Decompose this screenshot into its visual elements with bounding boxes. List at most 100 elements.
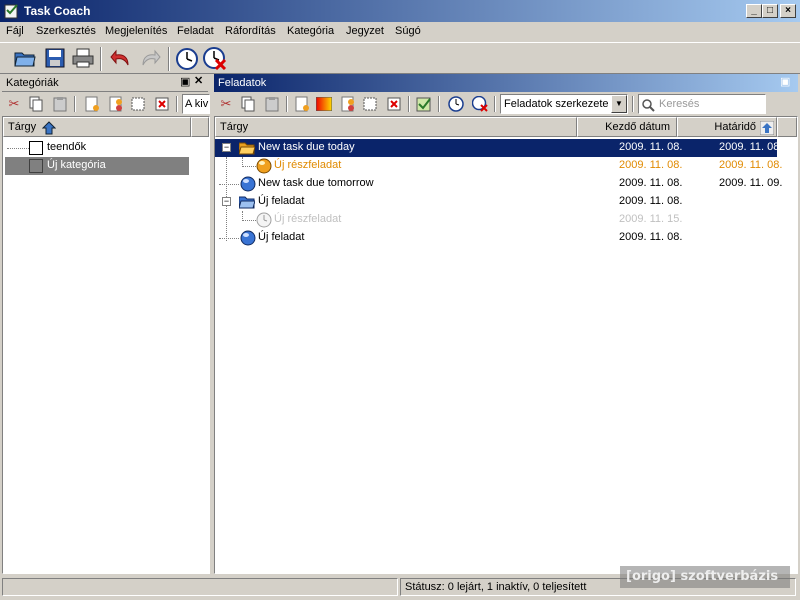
menu-help[interactable]: Súgó <box>395 25 421 37</box>
task-due-date: 2009. 11. 08. <box>719 141 783 153</box>
menu-effort[interactable]: Ráfordítás <box>225 25 276 37</box>
undo-icon <box>110 49 129 66</box>
delete-icon <box>387 97 401 111</box>
new-task-from-template-button[interactable] <box>314 94 334 114</box>
task-row[interactable]: − Új feladat 2009. 11. 08. <box>215 193 777 211</box>
new-item-icon <box>295 96 309 112</box>
task-start-date-header[interactable]: Kezdő dátum <box>577 117 677 137</box>
paste-icon <box>265 97 279 112</box>
category-label: teendők <box>47 141 87 153</box>
edit-button[interactable] <box>128 94 148 114</box>
redo-button[interactable] <box>137 45 163 71</box>
toolbar-separator <box>74 96 76 112</box>
menu-edit[interactable]: Szerkesztés <box>36 25 96 37</box>
stop-tracking-button[interactable] <box>202 45 228 71</box>
task-row[interactable]: Új részfeladat 2009. 11. 08. 2009. 11. 0… <box>215 157 782 175</box>
sort-icon <box>760 121 774 135</box>
new-subitem-icon <box>341 96 354 112</box>
category-subject-header[interactable]: Tárgy <box>3 117 191 137</box>
paste-button[interactable] <box>262 94 282 114</box>
dock-icon[interactable]: ▣ <box>780 75 790 88</box>
task-row[interactable]: Új feladat 2009. 11. 08. <box>215 229 777 247</box>
task-subject: Új feladat <box>258 231 305 243</box>
maximize-button[interactable]: □ <box>762 4 778 18</box>
category-checkbox[interactable] <box>29 141 43 155</box>
open-folder-icon <box>14 52 36 67</box>
collapse-icon[interactable]: − <box>222 143 231 152</box>
app-icon <box>4 4 18 19</box>
task-row-selected[interactable]: − New task due today 2009. 11. 08. 2009.… <box>215 139 782 157</box>
category-item-selected[interactable]: Új kategória <box>5 157 189 175</box>
categories-title-text: Kategóriák <box>6 77 59 89</box>
folder-icon <box>239 196 255 209</box>
task-row[interactable]: New task due tomorrow 2009. 11. 08. 2009… <box>215 175 782 193</box>
task-subject: Új feladat <box>258 195 305 207</box>
stop-tracking-icon <box>203 47 227 70</box>
search-input[interactable]: Keresés <box>638 94 766 114</box>
task-subject-header[interactable]: Tárgy <box>215 117 577 137</box>
status-text: Státusz: 0 lejárt, 1 inaktív, 0 teljesít… <box>405 581 587 593</box>
delete-button[interactable] <box>152 94 172 114</box>
stopwatch-icon <box>448 96 464 112</box>
category-checkbox[interactable] <box>29 159 43 173</box>
cut-button[interactable]: ✂ <box>4 94 24 114</box>
category-item[interactable]: teendők <box>27 139 187 157</box>
view-select[interactable]: Feladatok szerkezete ▼ <box>500 94 628 114</box>
menu-task[interactable]: Feladat <box>177 25 214 37</box>
start-tracking-button[interactable] <box>446 94 466 114</box>
save-button[interactable] <box>42 45 68 71</box>
new-category-button[interactable] <box>82 94 102 114</box>
new-task-button[interactable] <box>292 94 312 114</box>
tasks-pane-title: Feladatok ▣ <box>214 74 798 92</box>
copy-button[interactable] <box>26 94 46 114</box>
paste-icon <box>53 97 67 112</box>
close-pane-icon[interactable]: ✕ <box>194 74 203 87</box>
minimize-button[interactable]: _ <box>746 4 762 18</box>
tasks-toolbar: ✂ Feladatok szerkezete ▼ Keresés <box>214 92 798 116</box>
task-start-date: 2009. 11. 15. <box>619 213 683 225</box>
subject-header-label: Tárgy <box>8 121 37 133</box>
copy-icon <box>241 96 255 112</box>
stop-tracking-icon <box>472 96 488 112</box>
task-row-inactive[interactable]: Új részfeladat 2009. 11. 15. <box>215 211 777 229</box>
categories-tree: Tárgy teendők Új kategória <box>2 116 210 574</box>
new-subtask-button[interactable] <box>338 94 358 114</box>
tree-line <box>7 148 29 149</box>
task-start-date: 2009. 11. 08. <box>619 177 683 189</box>
header-filler <box>777 117 797 137</box>
task-subject: New task due today <box>258 141 355 153</box>
menu-file[interactable]: Fájl <box>6 25 24 37</box>
collapse-icon[interactable]: − <box>222 197 231 206</box>
category-filter-input[interactable]: A kiv <box>182 94 210 114</box>
task-due-date-header[interactable]: Határidő <box>677 117 777 137</box>
stopwatch-icon <box>176 48 198 70</box>
dropdown-arrow-icon[interactable]: ▼ <box>611 95 627 113</box>
task-subject: New task due tomorrow <box>258 177 374 189</box>
menu-view[interactable]: Megjelenítés <box>105 25 167 37</box>
redo-icon <box>142 49 161 66</box>
cut-button[interactable]: ✂ <box>216 94 236 114</box>
stop-tracking-button[interactable] <box>470 94 490 114</box>
menu-category[interactable]: Kategória <box>287 25 334 37</box>
new-subcategory-button[interactable] <box>106 94 126 114</box>
dock-icon[interactable]: ▣ <box>180 75 190 88</box>
open-button[interactable] <box>12 45 38 71</box>
close-button[interactable]: × <box>780 4 796 18</box>
edit-icon <box>131 97 145 111</box>
watermark: [origo] szoftverbázis <box>620 566 790 588</box>
tasks-tree: Tárgy Kezdő dátum Határidő − New task du… <box>214 116 798 574</box>
menu-note[interactable]: Jegyzet <box>346 25 384 37</box>
mark-complete-button[interactable] <box>414 94 434 114</box>
paste-button[interactable] <box>50 94 70 114</box>
start-tracking-button[interactable] <box>174 45 200 71</box>
undo-button[interactable] <box>108 45 134 71</box>
edit-button[interactable] <box>360 94 380 114</box>
blue-ball-icon <box>240 230 256 246</box>
search-placeholder: Keresés <box>659 98 700 110</box>
delete-button[interactable] <box>384 94 404 114</box>
toolbar-separator <box>408 96 410 112</box>
print-button[interactable] <box>70 45 96 71</box>
edit-icon <box>363 97 377 111</box>
header-filler <box>191 117 209 137</box>
copy-button[interactable] <box>238 94 258 114</box>
